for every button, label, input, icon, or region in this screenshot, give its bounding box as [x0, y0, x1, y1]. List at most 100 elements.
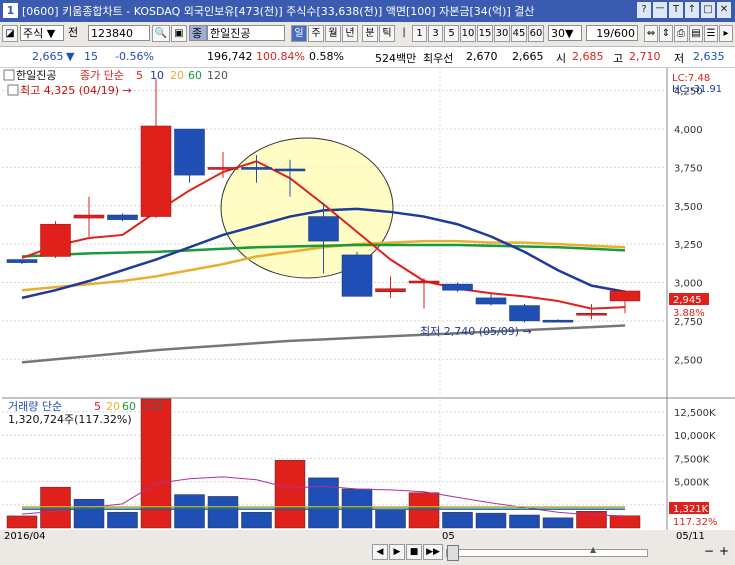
period-tab-month[interactable]: 월 — [325, 25, 341, 42]
best-ask: 2,665 — [512, 50, 544, 63]
volume-bar — [207, 496, 239, 529]
high-price: 2,710 — [629, 50, 661, 63]
open-label: 시 — [556, 52, 567, 65]
window-titlebar: 1 [0600] 키움종합차트 - KOSDAQ 외국인보유[473(천)] 주… — [0, 0, 735, 22]
interval-3[interactable]: 3 — [428, 25, 443, 42]
market-select[interactable]: 주식 ▼ — [20, 25, 64, 41]
count-select-value: 30 — [551, 27, 565, 40]
interval-30[interactable]: 30 — [494, 25, 510, 42]
best-bid: 2,670 — [466, 50, 498, 63]
search-icon[interactable]: 🔍 — [152, 25, 170, 42]
zoom-slider-thumb[interactable] — [447, 545, 459, 561]
candle-body — [308, 216, 339, 242]
quote-bar: 2,665 ▼ 15 -0.56% 196,742 100.84% 0.58% … — [0, 47, 735, 68]
period-tab-week[interactable]: 주 — [308, 25, 324, 42]
scroll-right-button[interactable]: ▶ — [389, 544, 405, 560]
candle-body — [442, 283, 473, 291]
up-arrow-button[interactable]: ↑ — [685, 2, 699, 18]
last-pct-label: 3.88% — [673, 308, 705, 319]
vol-legend-120: 120 — [142, 400, 163, 413]
candle-body — [375, 288, 406, 293]
stock-name-field[interactable]: 한일진공 — [207, 25, 285, 41]
window-number-icon: 1 — [3, 3, 18, 18]
tools-icon[interactable]: ⇕ — [659, 25, 673, 42]
legend-ma60: 60 — [188, 69, 202, 82]
volume-bar — [174, 494, 205, 529]
minimize-dash-button[interactable]: ㅡ — [653, 2, 667, 18]
interval-10[interactable]: 10 — [460, 25, 476, 42]
trade-amount: 524백만 — [375, 52, 417, 65]
period-tab-year[interactable]: 년 — [342, 25, 358, 42]
down-triangle-icon: ▼ — [66, 50, 75, 63]
interval-15[interactable]: 15 — [477, 25, 493, 42]
maximize-button[interactable]: □ — [701, 2, 715, 18]
zoom-out-button[interactable]: − — [702, 544, 716, 560]
stop-button[interactable]: ■ — [406, 544, 422, 560]
candle-body — [609, 290, 641, 302]
price-tick-label: 3,750 — [674, 163, 703, 174]
vol-legend-5: 5 — [94, 400, 101, 413]
save-icon[interactable]: ▤ — [689, 25, 703, 42]
help-button[interactable]: ? — [637, 2, 651, 18]
volume-bar — [6, 515, 38, 529]
price-tick-label: 4,000 — [674, 125, 703, 136]
price-tick-label: 3,500 — [674, 202, 703, 213]
volume-bar — [475, 512, 507, 529]
date-mid: 05 — [442, 531, 455, 542]
volume-bar — [140, 398, 172, 529]
count-select[interactable]: 30▼ — [548, 25, 582, 41]
topmost-button[interactable]: T — [669, 2, 683, 18]
open-price: 2,685 — [572, 50, 604, 63]
settings-icon[interactable]: ⇔ — [644, 25, 658, 42]
lock-icon[interactable]: ▣ — [171, 25, 187, 42]
volume-panel-title: 거래량 단순 — [8, 400, 62, 413]
interval-1[interactable]: 1 — [412, 25, 427, 42]
volume-bar — [73, 498, 105, 529]
scroll-left-button[interactable]: ◀ — [372, 544, 388, 560]
last-price-label: 2,945 — [673, 295, 702, 306]
price-legend-prefix: 종가 단순 — [80, 69, 124, 82]
candle-body — [341, 254, 373, 297]
volume-bar — [375, 510, 406, 529]
candle-body — [107, 214, 138, 220]
candle-body — [40, 223, 71, 257]
period-tab-tick[interactable]: 틱 — [379, 25, 395, 42]
indicator-icon[interactable]: ☰ — [704, 25, 718, 42]
stock-badge-icon: 종 — [189, 25, 207, 41]
hc-label: HC:-31.91 — [672, 84, 722, 95]
print-icon[interactable]: ⎙ — [674, 25, 688, 42]
lc-label: LC:7.48 — [672, 73, 710, 84]
period-tab-day[interactable]: 일 — [291, 25, 307, 42]
volume-bar — [542, 517, 574, 529]
interval-45[interactable]: 45 — [511, 25, 527, 42]
expand-icon[interactable]: ▸ — [719, 25, 733, 42]
close-button[interactable]: ✕ — [717, 2, 731, 18]
candle-body — [73, 214, 105, 219]
volume-bar — [107, 511, 138, 529]
price-panel-title: 한일진공 — [16, 68, 56, 82]
volume-tick-label: 12,500K — [674, 408, 716, 419]
interval-60[interactable]: 60 — [528, 25, 544, 42]
price-change-pct: -0.56% — [115, 50, 154, 63]
candle-body — [241, 167, 272, 170]
zoom-in-button[interactable]: + — [717, 544, 731, 560]
fast-forward-button[interactable]: ▶▶ — [423, 544, 443, 560]
volume-tick-label: 5,000K — [674, 478, 710, 489]
volume: 196,742 — [207, 50, 253, 63]
price-change: 15 — [84, 50, 98, 63]
zoom-slider[interactable] — [446, 545, 648, 561]
stock-code-input[interactable]: 123840 — [88, 25, 150, 41]
volume-bar — [408, 492, 440, 529]
legend-ma120: 120 — [207, 69, 228, 82]
chart-menu-icon[interactable]: ◪ — [2, 25, 18, 42]
low-price: 2,635 — [693, 50, 725, 63]
low-annotation: 최저 2,740 (05/09) → — [420, 325, 532, 338]
stock-chart[interactable]: 4,2504,0003,7503,5003,2503,0002,7502,500… — [2, 68, 735, 530]
panel-toggle-icon[interactable] — [3, 69, 15, 81]
date-end: 05/11 — [676, 531, 705, 542]
panel-settings-icon[interactable] — [7, 84, 19, 96]
interval-5[interactable]: 5 — [444, 25, 459, 42]
period-tab-minute[interactable]: 분 — [362, 25, 378, 42]
volume-bar — [442, 511, 473, 529]
volume-tick-label: 10,000K — [674, 431, 716, 442]
